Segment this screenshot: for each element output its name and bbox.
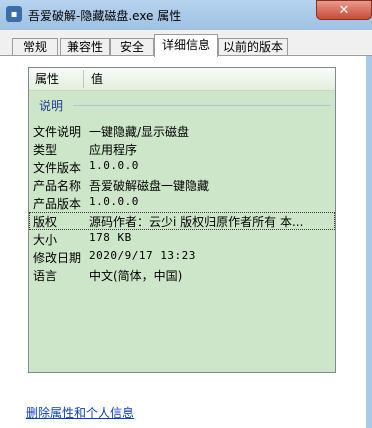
list-item[interactable]: 文件版本 1.0.0.0 bbox=[29, 158, 335, 176]
property-name: 产品名称 bbox=[33, 179, 82, 193]
property-name: 修改日期 bbox=[33, 251, 82, 265]
list-item[interactable]: 大小 178 KB bbox=[29, 230, 335, 248]
list-item[interactable]: 修改日期 2020/9/17 13:23 bbox=[29, 248, 335, 266]
app-icon: ▪ bbox=[6, 6, 22, 22]
property-name: 类型 bbox=[33, 143, 58, 157]
list-header: 属性 值 bbox=[29, 68, 335, 91]
tab-bar: 常规 兼容性 安全 详细信息 以前的版本 bbox=[0, 30, 372, 57]
list-item[interactable]: 文件说明 一键隐藏/显示磁盘 bbox=[29, 122, 335, 140]
details-panel: 属性 值 说明 文件说明 一键隐藏/显示磁盘 类型 应用程序 文件版本 1.0.… bbox=[0, 55, 372, 428]
property-name: 语言 bbox=[33, 269, 58, 283]
list-item[interactable]: 产品名称 吾爱破解磁盘一键隐藏 bbox=[29, 176, 335, 194]
column-header-property[interactable]: 属性 bbox=[35, 68, 59, 90]
group-header-description[interactable]: 说明 bbox=[29, 96, 335, 114]
property-name: 文件说明 bbox=[33, 125, 82, 139]
tab-general[interactable]: 常规 bbox=[12, 38, 58, 56]
list-item-copyright[interactable]: 版权 源码作者：云少i 版权归原作者所有 本... bbox=[29, 212, 335, 230]
list-item[interactable]: 产品版本 1.0.0.0 bbox=[29, 194, 335, 212]
tab-security[interactable]: 安全 bbox=[110, 38, 154, 56]
group-label: 说明 bbox=[39, 99, 64, 113]
close-icon: ✕ bbox=[338, 2, 350, 18]
column-divider[interactable] bbox=[83, 70, 84, 88]
property-value: 应用程序 bbox=[89, 143, 138, 157]
property-value: 一键隐藏/显示磁盘 bbox=[89, 125, 190, 139]
column-header-value[interactable]: 值 bbox=[91, 68, 103, 90]
property-value: 2020/9/17 13:23 bbox=[89, 249, 196, 262]
property-value: 中文(简体，中国) bbox=[89, 269, 183, 283]
property-name: 版权 bbox=[33, 215, 58, 229]
close-button[interactable]: ✕ bbox=[316, 0, 372, 20]
property-value: 吾爱破解磁盘一键隐藏 bbox=[89, 179, 210, 193]
window-frame-edge bbox=[366, 56, 372, 428]
property-name: 文件版本 bbox=[33, 161, 82, 175]
remove-properties-link[interactable]: 删除属性和个人信息 bbox=[26, 404, 134, 421]
tab-compatibility[interactable]: 兼容性 bbox=[60, 38, 110, 56]
property-value: 178 KB bbox=[89, 231, 132, 244]
tab-previous-versions[interactable]: 以前的版本 bbox=[218, 38, 288, 56]
list-item[interactable]: 语言 中文(简体，中国) bbox=[29, 266, 335, 284]
property-name: 大小 bbox=[33, 233, 58, 247]
group-divider bbox=[73, 105, 331, 106]
window-title: 吾爱破解-隐藏磁盘.exe 属性 bbox=[28, 9, 182, 23]
title-bar: ▪ 吾爱破解-隐藏磁盘.exe 属性 ✕ bbox=[0, 0, 372, 31]
property-value: 1.0.0.0 bbox=[89, 159, 139, 172]
property-value: 源码作者：云少i 版权归原作者所有 本... bbox=[89, 215, 304, 229]
property-name: 产品版本 bbox=[33, 197, 82, 211]
tab-details[interactable]: 详细信息 bbox=[154, 34, 218, 57]
property-value: 1.0.0.0 bbox=[89, 195, 139, 208]
properties-list[interactable]: 属性 值 说明 文件说明 一键隐藏/显示磁盘 类型 应用程序 文件版本 1.0.… bbox=[28, 67, 336, 373]
list-item[interactable]: 类型 应用程序 bbox=[29, 140, 335, 158]
